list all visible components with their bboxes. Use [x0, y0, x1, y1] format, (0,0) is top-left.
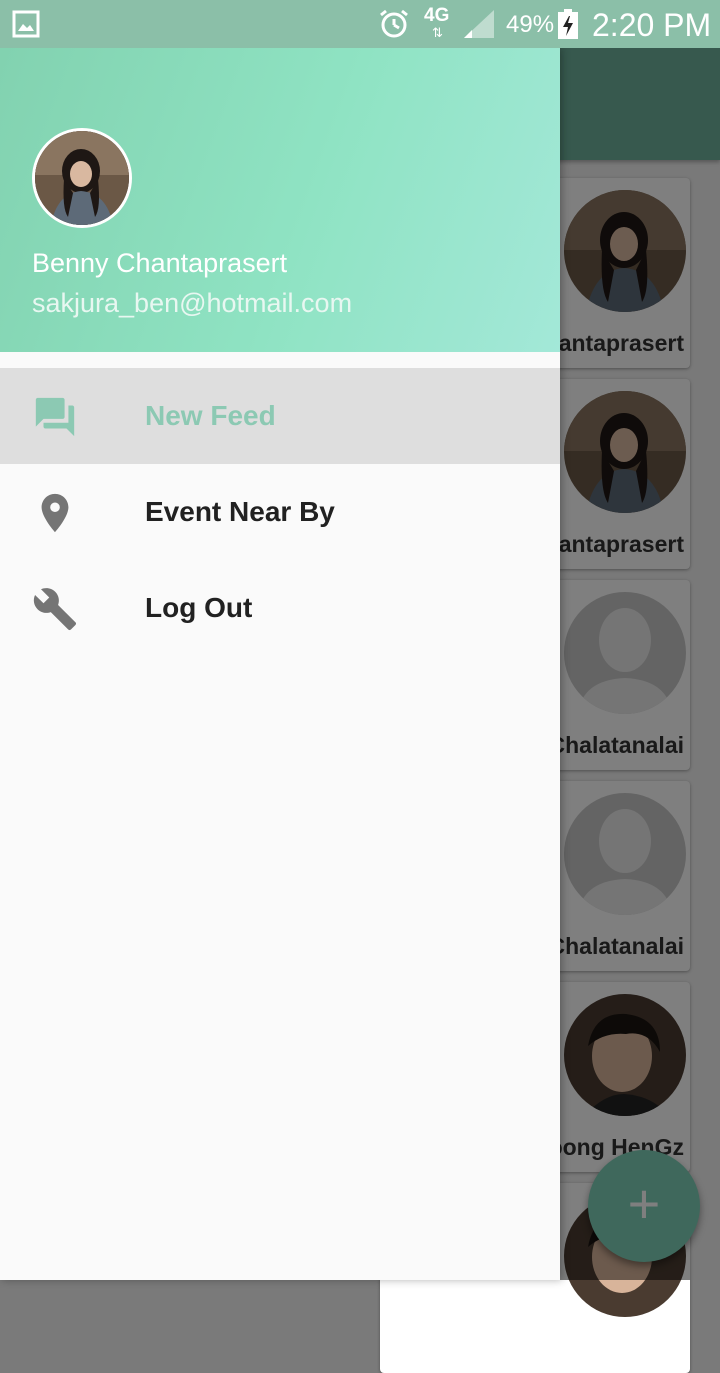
- profile-name: Benny Chantaprasert: [32, 248, 288, 278]
- gallery-icon: [12, 10, 40, 38]
- clock: 2:20 PM: [592, 7, 712, 43]
- profile-email: sakjura_ben@hotmail.com: [32, 288, 353, 318]
- signal-icon: [464, 10, 494, 38]
- drawer-item-event-near-by[interactable]: Event Near By: [0, 464, 560, 560]
- network-activity-icon: ⇅: [432, 25, 443, 40]
- wrench-icon: [33, 588, 77, 631]
- drawer-item-label: New Feed: [145, 400, 276, 431]
- location-pin-icon: [41, 493, 69, 533]
- network-type: 4G: [424, 5, 450, 26]
- battery-percent: 49%: [506, 11, 555, 38]
- drawer-item-label: Log Out: [145, 592, 253, 623]
- drawer-item-label: Event Near By: [145, 496, 335, 527]
- navigation-drawer: Benny Chantaprasert sakjura_ben@hotmail.…: [0, 48, 560, 1280]
- drawer-item-new-feed[interactable]: New Feed: [0, 368, 560, 464]
- status-bar: 4G ⇅ 49% 2:20 PM: [0, 0, 720, 48]
- profile-avatar[interactable]: [32, 128, 132, 228]
- battery-charging-icon: [558, 9, 578, 39]
- drawer-item-log-out[interactable]: Log Out: [0, 560, 560, 656]
- drawer-menu: New Feed Event Near By Log Out: [0, 368, 560, 656]
- drawer-header: Benny Chantaprasert sakjura_ben@hotmail.…: [0, 48, 560, 352]
- forum-icon: [35, 397, 75, 437]
- alarm-icon: [380, 9, 408, 38]
